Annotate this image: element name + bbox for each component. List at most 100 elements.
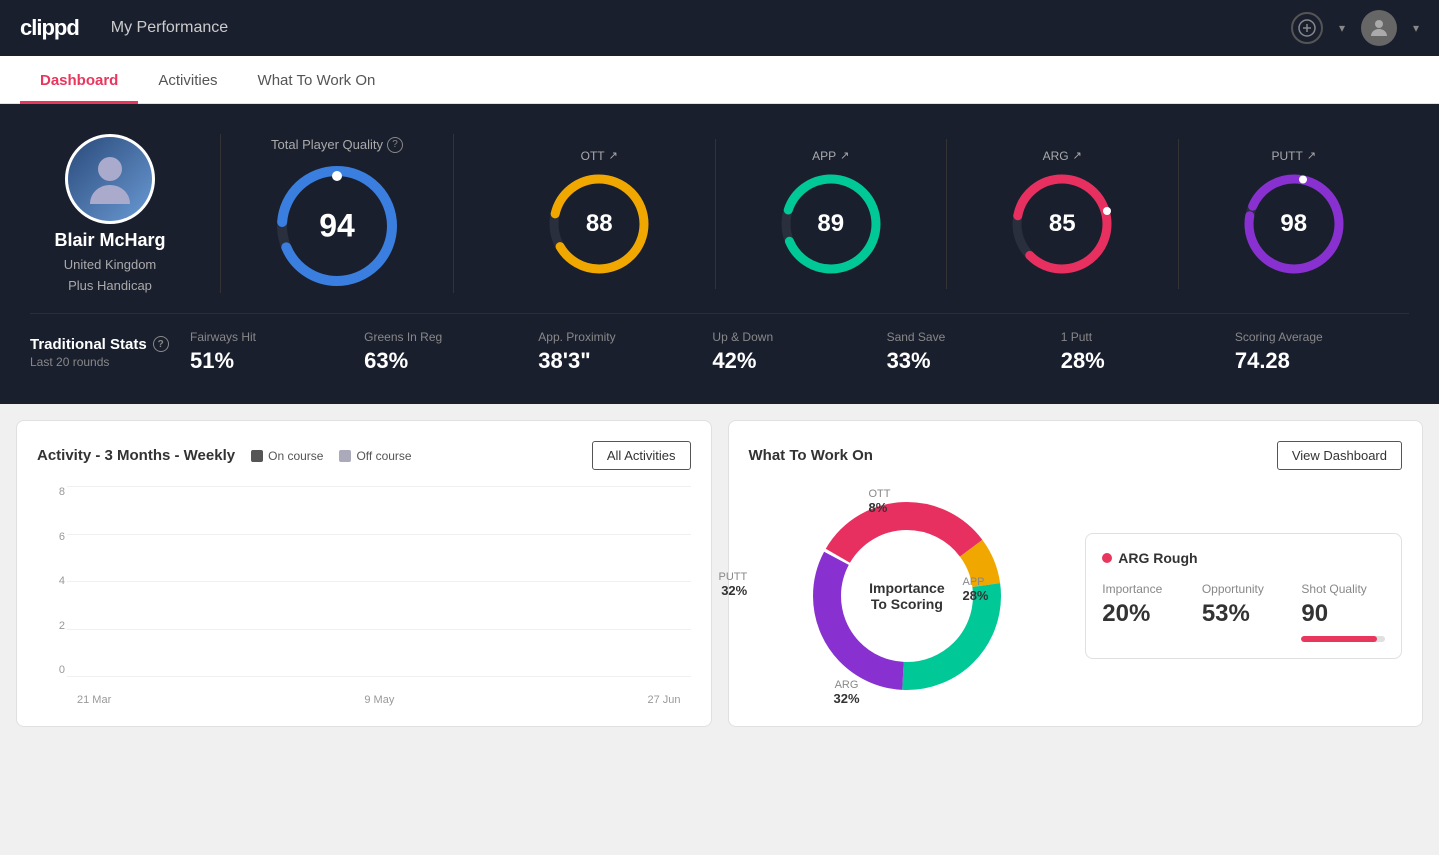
putt-gauge: 98 [1239,169,1349,279]
detail-metrics: Importance 20% Opportunity 53% Shot Qual… [1102,582,1385,642]
trad-proximity: App. Proximity 38'3" [538,330,712,374]
donut-label-putt: PUTT 32% [719,571,748,598]
trad-stats-label: Traditional Stats ? [30,336,190,353]
wtwo-card-header: What To Work On View Dashboard [749,441,1403,470]
wtwo-title: What To Work On [749,447,873,464]
shot-quality-bar [1301,636,1385,642]
stat-putt: PUTT ↗ 98 [1179,139,1410,289]
trad-updown: Up & Down 42% [712,330,886,374]
nav-left: clippd My Performance [20,15,228,41]
quality-info-icon[interactable]: ? [387,137,403,153]
tab-activities[interactable]: Activities [138,56,237,104]
nav-title: My Performance [111,19,228,37]
trad-oneputt: 1 Putt 28% [1061,330,1235,374]
stats-grid: OTT ↗ 88 APP ↗ [484,139,1409,289]
trad-stats-values: Fairways Hit 51% Greens In Reg 63% App. … [190,330,1409,374]
trad-fairways: Fairways Hit 51% [190,330,364,374]
tab-bar: Dashboard Activities What To Work On [0,56,1439,104]
trad-stats-info-icon[interactable]: ? [153,336,169,352]
grid-line-0 [67,676,691,677]
metric-shot-quality: Shot Quality 90 [1301,582,1385,642]
activity-card-header: Activity - 3 Months - Weekly On course O… [37,441,691,470]
add-dropdown-arrow: ▾ [1339,21,1345,35]
y-labels: 8 6 4 2 0 [37,486,65,676]
putt-label: PUTT ↗ [1271,149,1316,163]
traditional-stats: Traditional Stats ? Last 20 rounds Fairw… [30,313,1409,374]
stat-ott: OTT ↗ 88 [484,139,716,289]
trad-scoring: Scoring Average 74.28 [1235,330,1409,374]
activity-header-left: Activity - 3 Months - Weekly On course O… [37,447,412,464]
total-quality-section: Total Player Quality ? 94 [251,137,423,291]
sq-bar-fill [1301,636,1376,642]
ott-value: 88 [586,210,613,238]
putt-arrow-icon: ↗ [1307,149,1316,162]
wtwo-card: What To Work On View Dashboard [728,420,1424,727]
trad-stats-sublabel: Last 20 rounds [30,355,190,369]
player-avatar [65,134,155,224]
trad-gir: Greens In Reg 63% [364,330,538,374]
wtwo-content: Importance To Scoring OTT 8% APP 28% [749,486,1403,706]
total-quality-label: Total Player Quality ? [271,137,403,153]
metric-importance: Importance 20% [1102,582,1186,642]
detail-title-dot [1102,553,1112,563]
view-dashboard-button[interactable]: View Dashboard [1277,441,1402,470]
all-activities-button[interactable]: All Activities [592,441,691,470]
hero-section: Blair McHarg United Kingdom Plus Handica… [0,104,1439,404]
stat-app: APP ↗ 89 [716,139,948,289]
ott-gauge: 88 [544,169,654,279]
ott-label: OTT ↗ [581,149,618,163]
wtwo-detail: ARG Rough Importance 20% Opportunity 53%… [1085,486,1402,706]
app-arrow-icon: ↗ [840,149,849,162]
bars-area [67,486,691,676]
player-country: United Kingdom [64,257,157,272]
detail-card: ARG Rough Importance 20% Opportunity 53%… [1085,533,1402,659]
total-quality-value: 94 [319,207,355,244]
chart-area: 8 6 4 2 0 [37,486,691,706]
player-handicap: Plus Handicap [68,278,152,293]
donut-labels-overlay: OTT 8% APP 28% ARG 32% PUTT [749,486,969,706]
app-gauge: 89 [776,169,886,279]
arg-value: 85 [1049,210,1076,238]
bottom-section: Activity - 3 Months - Weekly On course O… [0,404,1439,743]
legend-dot-off [339,450,351,462]
trad-sandsave: Sand Save 33% [887,330,1061,374]
activity-card: Activity - 3 Months - Weekly On course O… [16,420,712,727]
donut-label-arg: ARG 32% [834,679,860,706]
user-avatar[interactable] [1361,10,1397,46]
player-info: Blair McHarg United Kingdom Plus Handica… [30,134,190,293]
add-button[interactable] [1291,12,1323,44]
hero-top: Blair McHarg United Kingdom Plus Handica… [30,134,1409,293]
bar-chart: 8 6 4 2 0 [37,486,691,706]
app-value: 89 [817,210,844,238]
player-name: Blair McHarg [54,230,165,251]
putt-value: 98 [1280,210,1307,238]
detail-title: ARG Rough [1102,550,1385,566]
top-nav: clippd My Performance ▾ ▾ [0,0,1439,56]
logo: clippd [20,15,79,41]
arg-gauge: 85 [1007,169,1117,279]
sq-bar-bg [1301,636,1385,642]
vertical-divider-2 [453,134,454,293]
trad-label-col: Traditional Stats ? Last 20 rounds [30,336,190,369]
metric-opportunity: Opportunity 53% [1202,582,1286,642]
total-quality-gauge: 94 [272,161,402,291]
arg-label: ARG ↗ [1043,149,1082,163]
user-dropdown-arrow: ▾ [1413,21,1419,35]
app-label: APP ↗ [812,149,849,163]
legend-off-course: Off course [339,449,411,463]
activity-title: Activity - 3 Months - Weekly [37,447,235,464]
activity-legend: On course Off course [251,449,412,463]
x-labels: 21 Mar 9 May 27 Jun [67,694,691,706]
logo-text: clippd [20,15,79,40]
donut-area: Importance To Scoring OTT 8% APP 28% [749,486,1066,706]
ott-arrow-icon: ↗ [609,149,618,162]
nav-right: ▾ ▾ [1291,10,1419,46]
vertical-divider [220,134,221,293]
donut-label-ott: OTT 8% [869,488,891,515]
legend-on-course: On course [251,449,323,463]
donut-label-app: APP 28% [962,576,988,603]
tab-dashboard[interactable]: Dashboard [20,56,138,104]
arg-arrow-icon: ↗ [1073,149,1082,162]
stat-arg: ARG ↗ 85 [947,139,1179,289]
tab-what-to-work-on[interactable]: What To Work On [238,56,396,104]
